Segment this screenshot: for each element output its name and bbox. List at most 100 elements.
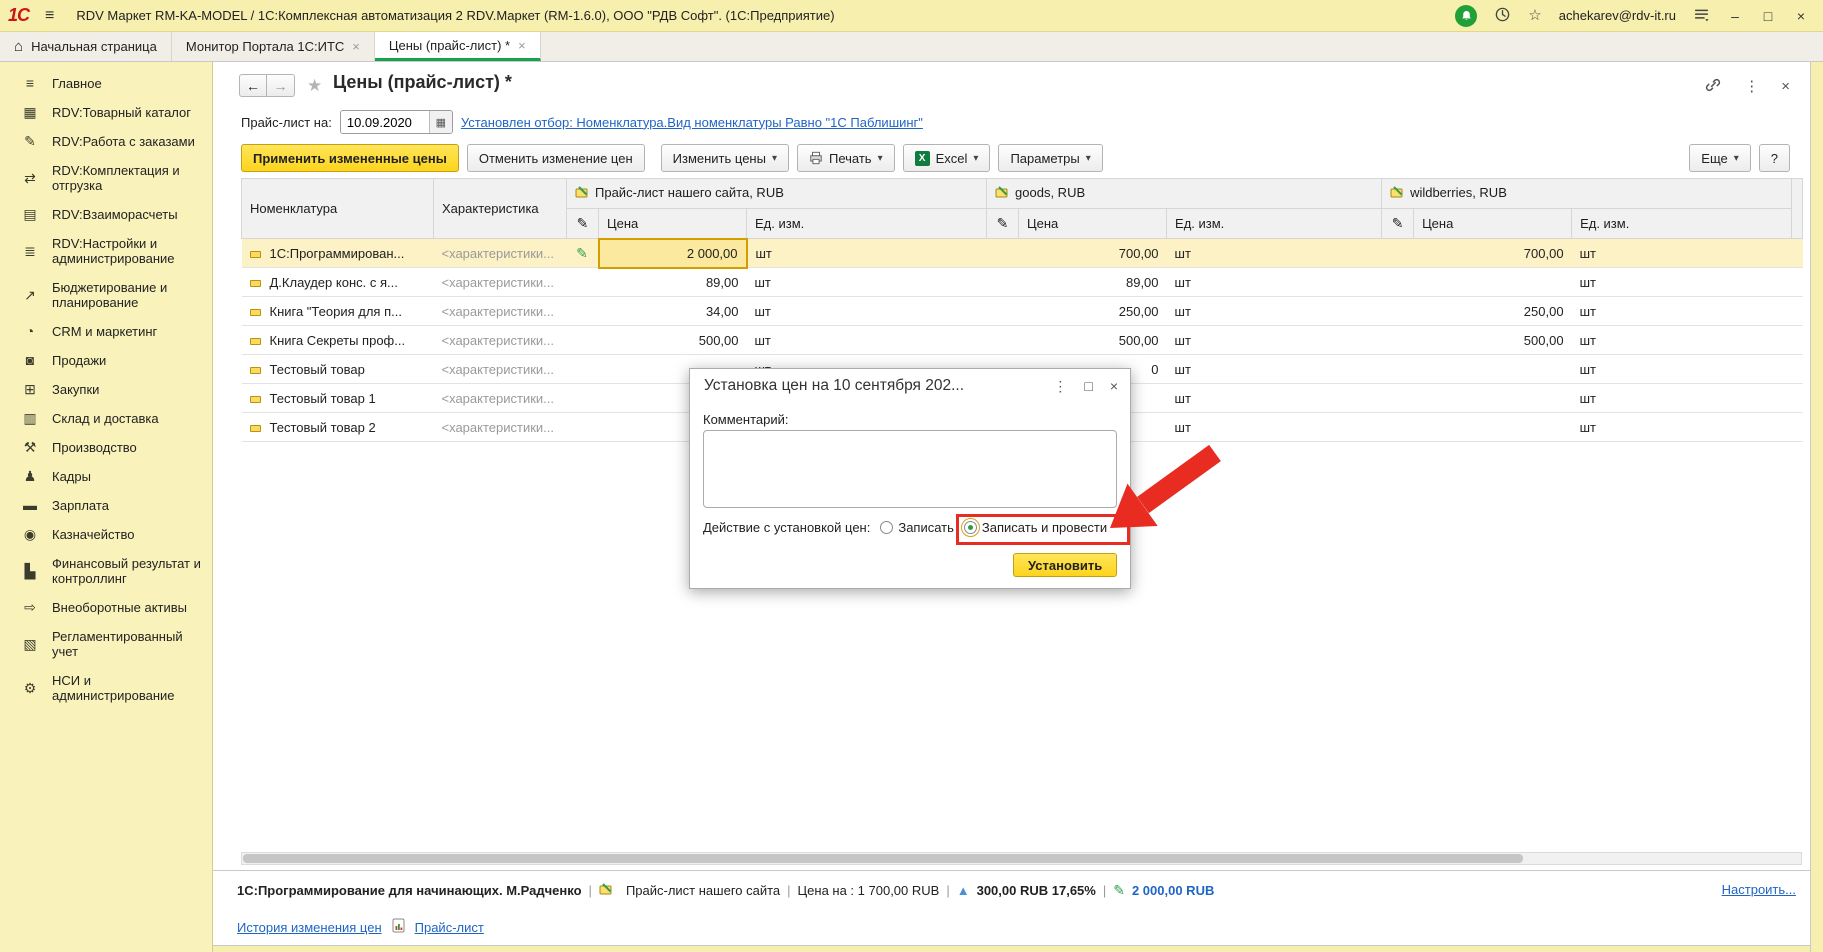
unit-cell[interactable]: шт bbox=[1167, 355, 1382, 384]
unit-cell[interactable]: шт bbox=[747, 326, 987, 355]
change-prices-button[interactable]: Изменить цены▾ bbox=[661, 144, 789, 172]
radio-write-and-post-label[interactable]: Записать и провести bbox=[982, 520, 1107, 535]
print-button[interactable]: Печать▾ bbox=[797, 144, 895, 172]
price-cell[interactable]: 500,00 bbox=[599, 326, 747, 355]
price-cell[interactable]: 89,00 bbox=[1019, 268, 1167, 297]
nomenclature-cell[interactable]: 1С:Программирован... bbox=[242, 239, 434, 268]
unit-cell[interactable]: шт bbox=[1167, 413, 1382, 442]
characteristic-cell[interactable]: <характеристики... bbox=[434, 239, 567, 268]
price-cell[interactable]: 34,00 bbox=[599, 297, 747, 326]
sidebar-item-kaznacheystvo[interactable]: ◉Казначейство bbox=[0, 520, 212, 549]
sidebar-item-rdv-komplektacia-otgruzka[interactable]: ⇄RDV:Комплектация и отгрузка bbox=[0, 156, 212, 200]
characteristic-cell[interactable]: <характеристики... bbox=[434, 413, 567, 442]
nomenclature-cell[interactable]: Тестовый товар 1 bbox=[242, 384, 434, 413]
table-row[interactable]: Д.Клаудер конс. с я... <характеристики..… bbox=[242, 268, 1803, 297]
notifications-bell-icon[interactable] bbox=[1455, 5, 1477, 27]
column-header-unit[interactable]: Ед. изм. bbox=[1572, 209, 1792, 239]
price-cell[interactable]: 500,00 bbox=[1019, 326, 1167, 355]
radio-write-and-post[interactable] bbox=[964, 521, 977, 534]
sidebar-item-nsi-administrirovanie[interactable]: ⚙НСИ и администрирование bbox=[0, 666, 212, 710]
price-history-link[interactable]: История изменения цен bbox=[237, 920, 382, 935]
unit-cell[interactable]: шт bbox=[1167, 326, 1382, 355]
maximize-button[interactable]: □ bbox=[1760, 8, 1776, 24]
unit-cell[interactable]: шт bbox=[1572, 413, 1792, 442]
price-cell[interactable]: 250,00 bbox=[1019, 297, 1167, 326]
more-menu-icon[interactable]: ⋮ bbox=[1744, 79, 1759, 94]
sidebar-item-reglamentirovanny-uchet[interactable]: ▧Регламентированный учет bbox=[0, 622, 212, 666]
unit-cell[interactable]: шт bbox=[747, 268, 987, 297]
sidebar-item-sklad-dostavka[interactable]: ▥Склад и доставка bbox=[0, 404, 212, 433]
price-cell[interactable] bbox=[1414, 355, 1572, 384]
radio-write-label[interactable]: Записать bbox=[898, 520, 954, 535]
sidebar-item-rdv-rabota-s-zakazami[interactable]: ✎RDV:Работа с заказами bbox=[0, 127, 212, 156]
price-group-wildberries[interactable]: wildberries, RUB bbox=[1382, 179, 1792, 209]
sidebar-item-vneoborotnye-aktivy[interactable]: ⇨Внеоборотные активы bbox=[0, 593, 212, 622]
column-header-unit[interactable]: Ед. изм. bbox=[747, 209, 987, 239]
more-button[interactable]: Еще▾ bbox=[1689, 144, 1750, 172]
price-cell[interactable]: 700,00 bbox=[1019, 239, 1167, 268]
table-row[interactable]: Книга "Теория для п... <характеристики..… bbox=[242, 297, 1803, 326]
unit-cell[interactable]: шт bbox=[1572, 384, 1792, 413]
filter-link[interactable]: Установлен отбор: Номенклатура.Вид номен… bbox=[461, 115, 923, 130]
price-cell[interactable] bbox=[1414, 268, 1572, 297]
favorite-star-icon[interactable]: ★ bbox=[307, 76, 322, 96]
apply-changed-prices-button[interactable]: Применить измененные цены bbox=[241, 144, 459, 172]
get-link-icon[interactable] bbox=[1704, 76, 1722, 97]
date-input[interactable] bbox=[341, 111, 429, 133]
price-cell[interactable]: 700,00 bbox=[1414, 239, 1572, 268]
price-cell[interactable]: 250,00 bbox=[1414, 297, 1572, 326]
sidebar-item-glavnoe[interactable]: ≡Главное bbox=[0, 69, 212, 98]
help-button[interactable]: ? bbox=[1759, 144, 1790, 172]
sidebar-item-proizvodstvo[interactable]: ⚒Производство bbox=[0, 433, 212, 462]
tab-its-monitor[interactable]: Монитор Портала 1С:ИТС × bbox=[172, 32, 375, 61]
horizontal-scrollbar-thumb[interactable] bbox=[243, 854, 1523, 863]
cancel-price-change-button[interactable]: Отменить изменение цен bbox=[467, 144, 645, 172]
comment-textarea[interactable] bbox=[703, 430, 1117, 508]
price-cell[interactable]: 500,00 bbox=[1414, 326, 1572, 355]
column-header-price[interactable]: Цена bbox=[1414, 209, 1572, 239]
table-row[interactable]: 1С:Программирован... <характеристики... … bbox=[242, 239, 1803, 268]
nomenclature-cell[interactable]: Тестовый товар bbox=[242, 355, 434, 384]
unit-cell[interactable]: шт bbox=[1572, 326, 1792, 355]
price-cell[interactable]: 89,00 bbox=[599, 268, 747, 297]
column-header-price[interactable]: Цена bbox=[1019, 209, 1167, 239]
nomenclature-cell[interactable]: Книга Секреты проф... bbox=[242, 326, 434, 355]
close-form-icon[interactable]: × bbox=[1781, 79, 1790, 94]
sidebar-item-rdv-nastroyki[interactable]: ≣RDV:Настройки и администрирование bbox=[0, 229, 212, 273]
price-group-goods[interactable]: goods, RUB bbox=[987, 179, 1382, 209]
back-button[interactable]: ← bbox=[239, 74, 267, 97]
sidebar-item-kadry[interactable]: ♟Кадры bbox=[0, 462, 212, 491]
sidebar-item-crm-marketing[interactable]: ◔CRM и маркетинг bbox=[0, 317, 212, 346]
dialog-close-icon[interactable]: × bbox=[1110, 379, 1118, 393]
nomenclature-cell[interactable]: Д.Клаудер конс. с я... bbox=[242, 268, 434, 297]
nomenclature-cell[interactable]: Тестовый товар 2 bbox=[242, 413, 434, 442]
characteristic-cell[interactable]: <характеристики... bbox=[434, 268, 567, 297]
radio-write[interactable] bbox=[880, 521, 893, 534]
price-cell[interactable] bbox=[1414, 413, 1572, 442]
selected-price-cell[interactable]: 2 000,00 bbox=[599, 239, 747, 268]
unit-cell[interactable]: шт bbox=[1572, 355, 1792, 384]
nomenclature-cell[interactable]: Книга "Теория для п... bbox=[242, 297, 434, 326]
price-cell[interactable] bbox=[1414, 384, 1572, 413]
unit-cell[interactable]: шт bbox=[747, 297, 987, 326]
price-list-link[interactable]: Прайс-лист bbox=[415, 920, 484, 935]
price-group-site[interactable]: Прайс-лист нашего сайта, RUB bbox=[567, 179, 987, 209]
unit-cell[interactable]: шт bbox=[1167, 268, 1382, 297]
close-window-button[interactable]: × bbox=[1793, 8, 1809, 24]
unit-cell[interactable]: шт bbox=[1167, 239, 1382, 268]
sidebar-item-zakupki[interactable]: ⊞Закупки bbox=[0, 375, 212, 404]
configure-link[interactable]: Настроить... bbox=[1722, 882, 1796, 897]
tab-prices[interactable]: Цены (прайс-лист) * × bbox=[375, 32, 541, 61]
table-row[interactable]: Книга Секреты проф... <характеристики...… bbox=[242, 326, 1803, 355]
sidebar-item-rdv-vzaimoraschety[interactable]: ▤RDV:Взаиморасчеты bbox=[0, 200, 212, 229]
unit-cell[interactable]: шт bbox=[1572, 268, 1792, 297]
unit-cell[interactable]: шт bbox=[1167, 297, 1382, 326]
sidebar-item-zarplata[interactable]: ▬Зарплата bbox=[0, 491, 212, 520]
tab-close-icon[interactable]: × bbox=[352, 39, 360, 54]
column-header-nomenclature[interactable]: Номенклатура bbox=[242, 179, 434, 239]
service-settings-icon[interactable] bbox=[1693, 7, 1710, 25]
unit-cell[interactable]: шт bbox=[1572, 239, 1792, 268]
sidebar-item-prodazhi[interactable]: ◙Продажи bbox=[0, 346, 212, 375]
sidebar-item-byudzhetirovanie[interactable]: ↗Бюджетирование и планирование bbox=[0, 273, 212, 317]
horizontal-scrollbar[interactable] bbox=[241, 852, 1802, 865]
